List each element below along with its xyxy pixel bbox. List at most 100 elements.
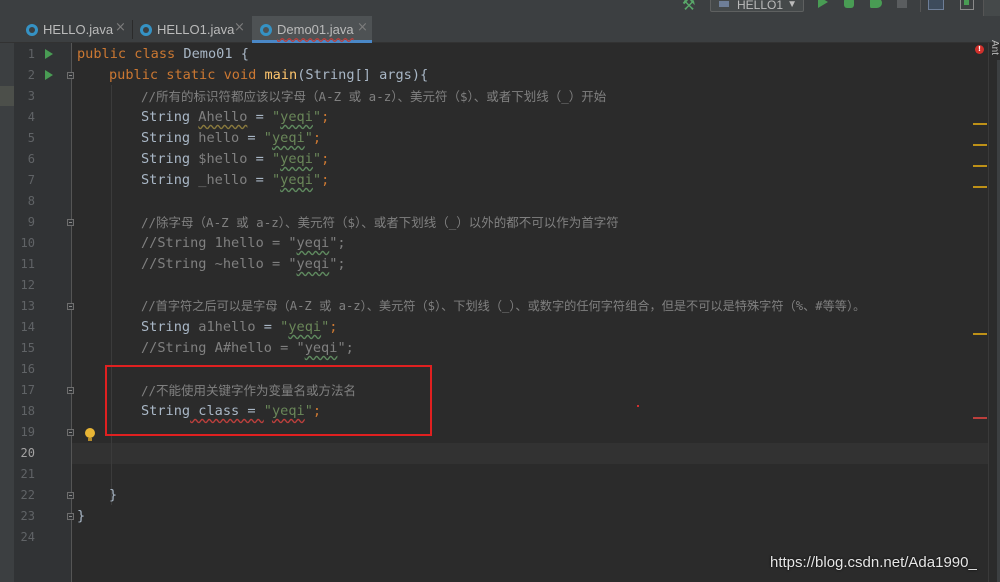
unused-var: a1hello [198, 319, 256, 335]
tab-demo01-java[interactable]: Demo01.java × [252, 16, 372, 43]
coverage-icon[interactable] [870, 0, 882, 8]
run-main-icon[interactable] [45, 70, 53, 80]
method-name: main [264, 67, 298, 83]
close-icon[interactable]: × [357, 20, 368, 35]
error-marker[interactable] [973, 417, 987, 419]
string-quote: " [312, 109, 322, 125]
editor-tab-bar: HELLO.java × HELLO1.java × Demo01.java × [0, 16, 1000, 43]
editor-gutter [0, 43, 72, 582]
warning-marker[interactable] [973, 165, 987, 167]
fold-icon[interactable] [67, 492, 74, 499]
project-icon[interactable] [960, 0, 974, 10]
code-editor[interactable]: 1 2 3 4 5 6 7 8 9 10 11 12 13 14 15 16 1… [0, 43, 988, 582]
comment-text: "; [329, 256, 346, 272]
line-number: 15 [20, 341, 35, 355]
code-line-14: String a1hello = "yeqi"; [141, 317, 337, 338]
line-number: 4 [27, 110, 35, 124]
code-line-23: } [77, 508, 86, 524]
warning-marker[interactable] [973, 333, 987, 335]
string-quote: " [263, 130, 272, 146]
line-number: 16 [20, 362, 35, 376]
params: (String[] args){ [297, 67, 429, 83]
fold-icon[interactable] [67, 513, 74, 520]
tab-label: HELLO1.java [157, 22, 235, 37]
type: String [141, 172, 199, 188]
code-line-7: String _hello = "yeqi"; [141, 170, 329, 191]
application-icon [719, 1, 729, 7]
fold-icon[interactable] [67, 219, 74, 226]
assign: = [247, 109, 272, 125]
toolbar-divider [920, 0, 921, 12]
stop-icon[interactable] [897, 0, 907, 8]
line-number: 19 [20, 425, 35, 439]
build-hammer-icon[interactable]: ⚒ [682, 0, 695, 14]
class-decl: Demo01 { [183, 46, 249, 62]
java-class-icon [140, 24, 152, 36]
java-class-icon [260, 24, 272, 36]
fold-icon[interactable] [67, 429, 74, 436]
code-line-5: String hello = "yeqi"; [141, 128, 321, 149]
code-line-10: //String 1hello = "yeqi"; [141, 233, 346, 254]
code-line-1: public class Demo01 { [77, 44, 249, 65]
comment-text: "; [329, 235, 346, 251]
line-number: 1 [27, 47, 35, 61]
code-line-11: //String ~hello = "yeqi"; [141, 254, 346, 275]
string-literal: yeqi [280, 109, 313, 125]
string-quote: " [271, 172, 281, 188]
debug-icon[interactable] [844, 0, 854, 8]
close-icon[interactable]: × [234, 20, 245, 35]
java-class-icon [26, 24, 38, 36]
string-quote: " [312, 172, 322, 188]
string-quote: " [312, 151, 322, 167]
string-quote: " [304, 130, 313, 146]
error-status-icon[interactable]: ! [975, 45, 984, 54]
toolbar-overflow[interactable] [983, 0, 1000, 16]
warning-marker[interactable] [973, 186, 987, 188]
string-literal: yeqi [288, 319, 322, 335]
type: String [141, 109, 199, 125]
lightbulb-icon[interactable] [85, 428, 95, 441]
keyword: public static void [109, 67, 265, 83]
structure-icon[interactable] [928, 0, 944, 10]
line-number: 6 [27, 152, 35, 166]
chevron-down-icon: ▼ [787, 0, 797, 10]
run-config-dropdown[interactable]: HELLO1 ▼ [710, 0, 804, 12]
assign: = [247, 172, 272, 188]
tab-hello1-java[interactable]: HELLO1.java × [133, 16, 251, 43]
line-number: 10 [20, 236, 35, 250]
ant-panel-tab[interactable]: Ant [990, 40, 1000, 62]
run-icon[interactable] [818, 0, 828, 8]
semicolon: ; [321, 151, 330, 167]
type: String [141, 319, 199, 335]
line-number: 8 [27, 194, 35, 208]
tab-hello-java[interactable]: HELLO.java × [20, 16, 132, 43]
line-number: 21 [20, 467, 35, 481]
warning-marker[interactable] [973, 144, 987, 146]
string-literal: yeqi [280, 151, 313, 167]
line-number: 23 [20, 509, 35, 523]
type: String [141, 151, 199, 167]
fold-icon[interactable] [67, 303, 74, 310]
bookmark-marker [0, 86, 14, 106]
warning-marker[interactable] [973, 123, 987, 125]
left-tool-strip [0, 43, 14, 582]
line-number-current: 20 [20, 446, 35, 460]
run-class-icon[interactable] [45, 49, 53, 59]
comment-typo: yeqi [304, 340, 338, 356]
line-number: 9 [27, 215, 35, 229]
fold-icon[interactable] [67, 72, 74, 79]
semicolon: ; [329, 319, 338, 335]
fold-icon[interactable] [67, 387, 74, 394]
unused-var: hello [198, 130, 240, 146]
line-number: 18 [20, 404, 35, 418]
comment-text: //String 1hello = " [141, 235, 297, 251]
comment-typo: yeqi [296, 235, 330, 251]
line-number: 24 [20, 530, 35, 544]
run-config-label: HELLO1 [737, 0, 784, 12]
code-line-9: //除字母（A-Z 或 a-z）、美元符（$）、或者下划线（_）以外的都不可以作… [141, 215, 619, 230]
code-line-3: //所有的标识符都应该以字母（A-Z 或 a-z）、美元符（$）、或者下划线（_… [141, 89, 607, 104]
type: String [141, 130, 199, 146]
comment-typo: yeqi [296, 256, 330, 272]
close-icon[interactable]: × [115, 20, 126, 35]
unused-var: _hello [198, 172, 248, 188]
